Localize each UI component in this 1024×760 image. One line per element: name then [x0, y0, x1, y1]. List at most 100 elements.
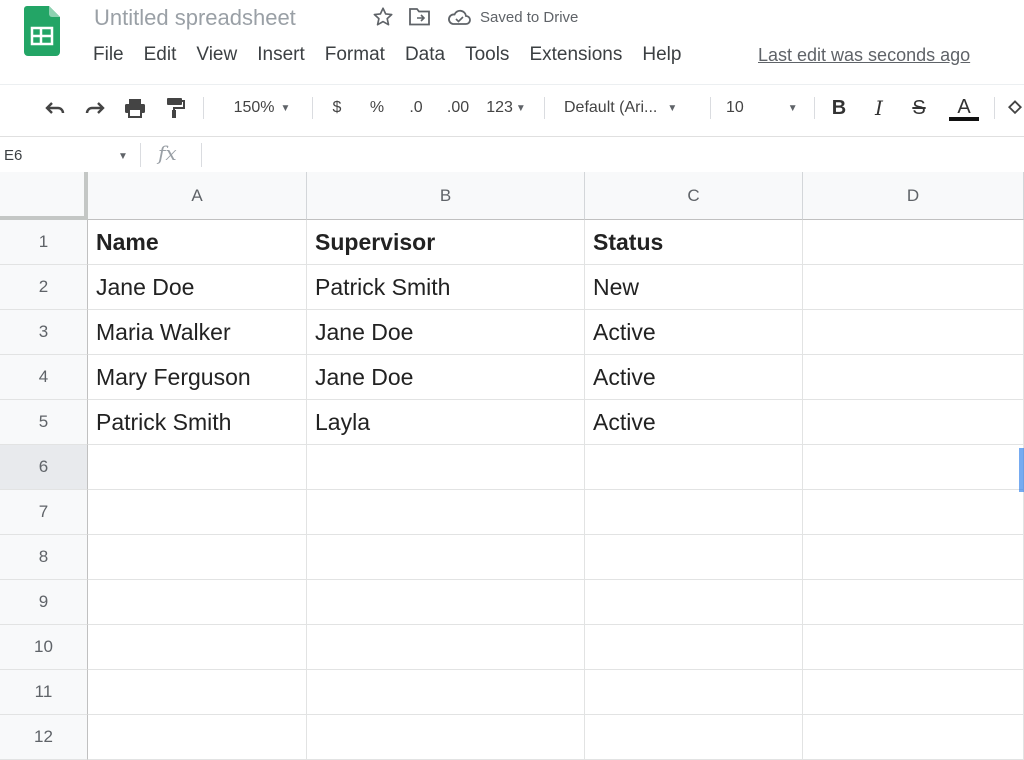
menu-data[interactable]: Data — [405, 44, 455, 66]
text-color-button[interactable]: A — [948, 95, 980, 121]
column-header-d[interactable]: D — [803, 172, 1024, 220]
cell-c2[interactable]: New — [585, 265, 803, 310]
column-header-b[interactable]: B — [307, 172, 585, 220]
strikethrough-button[interactable]: S — [906, 95, 932, 121]
formula-input[interactable] — [210, 137, 1010, 173]
font-family-select[interactable]: Default (Ari... ▼ — [564, 95, 696, 121]
menu-extensions[interactable]: Extensions — [529, 44, 632, 66]
cell-d4[interactable] — [803, 355, 1024, 400]
font-size-select[interactable]: 10 ▼ — [726, 95, 806, 121]
cell-b5[interactable]: Layla — [307, 400, 585, 445]
document-title[interactable]: Untitled spreadsheet — [94, 5, 296, 31]
cell-a7[interactable] — [88, 490, 307, 535]
cell-d10[interactable] — [803, 625, 1024, 670]
cell-a8[interactable] — [88, 535, 307, 580]
cell-a4[interactable]: Mary Ferguson — [88, 355, 307, 400]
row-header-4[interactable]: 4 — [0, 355, 88, 400]
cell-c3[interactable]: Active — [585, 310, 803, 355]
cell-b9[interactable] — [307, 580, 585, 625]
cell-b4[interactable]: Jane Doe — [307, 355, 585, 400]
select-all-corner[interactable] — [0, 172, 88, 220]
zoom-select[interactable]: 150% ▼ — [222, 95, 302, 121]
sheets-logo-icon[interactable] — [24, 6, 60, 56]
menu-tools[interactable]: Tools — [465, 44, 519, 66]
decrease-decimal-button[interactable]: .0 — [402, 95, 430, 121]
percent-button[interactable]: % — [365, 95, 389, 121]
italic-button[interactable]: I — [866, 95, 892, 121]
menu-insert[interactable]: Insert — [257, 44, 315, 66]
fill-color-icon[interactable] — [1006, 95, 1024, 121]
cell-a1[interactable]: Name — [88, 220, 307, 265]
menu-format[interactable]: Format — [325, 44, 395, 66]
increase-decimal-button[interactable]: .00 — [441, 95, 475, 121]
row-header-8[interactable]: 8 — [0, 535, 88, 580]
cell-a3[interactable]: Maria Walker — [88, 310, 307, 355]
cell-c12[interactable] — [585, 715, 803, 760]
row-header-10[interactable]: 10 — [0, 625, 88, 670]
cell-c9[interactable] — [585, 580, 803, 625]
cell-a2[interactable]: Jane Doe — [88, 265, 307, 310]
cell-a5[interactable]: Patrick Smith — [88, 400, 307, 445]
last-edit-link[interactable]: Last edit was seconds ago — [758, 45, 970, 66]
sheet-grid: A B C D 1 2 3 4 5 6 7 8 9 10 11 12 Name … — [0, 172, 1024, 760]
print-icon[interactable] — [120, 95, 150, 121]
star-icon[interactable] — [372, 6, 394, 28]
row-header-9[interactable]: 9 — [0, 580, 88, 625]
cell-a12[interactable] — [88, 715, 307, 760]
redo-icon[interactable] — [80, 95, 110, 121]
row-header-12[interactable]: 12 — [0, 715, 88, 760]
row-header-11[interactable]: 11 — [0, 670, 88, 715]
move-folder-icon[interactable] — [408, 6, 432, 28]
cell-c6[interactable] — [585, 445, 803, 490]
cell-b6[interactable] — [307, 445, 585, 490]
cell-d11[interactable] — [803, 670, 1024, 715]
cell-a6[interactable] — [88, 445, 307, 490]
name-box[interactable]: E6 ▼ — [0, 137, 136, 173]
row-header-5[interactable]: 5 — [0, 400, 88, 445]
row-header-1[interactable]: 1 — [0, 220, 88, 265]
cell-b3[interactable]: Jane Doe — [307, 310, 585, 355]
cell-d7[interactable] — [803, 490, 1024, 535]
cell-b12[interactable] — [307, 715, 585, 760]
menu-help[interactable]: Help — [642, 44, 691, 66]
cell-c8[interactable] — [585, 535, 803, 580]
row-header-2[interactable]: 2 — [0, 265, 88, 310]
cell-a9[interactable] — [88, 580, 307, 625]
cell-b8[interactable] — [307, 535, 585, 580]
cell-b11[interactable] — [307, 670, 585, 715]
row-header-7[interactable]: 7 — [0, 490, 88, 535]
cell-d12[interactable] — [803, 715, 1024, 760]
cell-c1[interactable]: Status — [585, 220, 803, 265]
menu-edit[interactable]: Edit — [144, 44, 187, 66]
cell-c11[interactable] — [585, 670, 803, 715]
cell-d3[interactable] — [803, 310, 1024, 355]
undo-icon[interactable] — [40, 95, 70, 121]
cell-d9[interactable] — [803, 580, 1024, 625]
cell-c7[interactable] — [585, 490, 803, 535]
cell-b2[interactable]: Patrick Smith — [307, 265, 585, 310]
currency-button[interactable]: $ — [325, 95, 349, 121]
cloud-saved-icon[interactable] — [446, 6, 472, 28]
cell-c4[interactable]: Active — [585, 355, 803, 400]
row-header-3[interactable]: 3 — [0, 310, 88, 355]
cell-b10[interactable] — [307, 625, 585, 670]
column-header-c[interactable]: C — [585, 172, 803, 220]
cell-d6[interactable] — [803, 445, 1024, 490]
row-header-6[interactable]: 6 — [0, 445, 88, 490]
menu-file[interactable]: File — [93, 44, 134, 66]
cell-b7[interactable] — [307, 490, 585, 535]
cell-b1[interactable]: Supervisor — [307, 220, 585, 265]
cell-d2[interactable] — [803, 265, 1024, 310]
bold-button[interactable]: B — [826, 95, 852, 121]
paint-format-icon[interactable] — [160, 95, 190, 121]
column-header-a[interactable]: A — [88, 172, 307, 220]
more-formats-button[interactable]: 123 ▼ — [482, 95, 530, 121]
cell-c10[interactable] — [585, 625, 803, 670]
cell-c5[interactable]: Active — [585, 400, 803, 445]
cell-d1[interactable] — [803, 220, 1024, 265]
cell-a10[interactable] — [88, 625, 307, 670]
cell-d8[interactable] — [803, 535, 1024, 580]
menu-view[interactable]: View — [196, 44, 247, 66]
cell-d5[interactable] — [803, 400, 1024, 445]
cell-a11[interactable] — [88, 670, 307, 715]
